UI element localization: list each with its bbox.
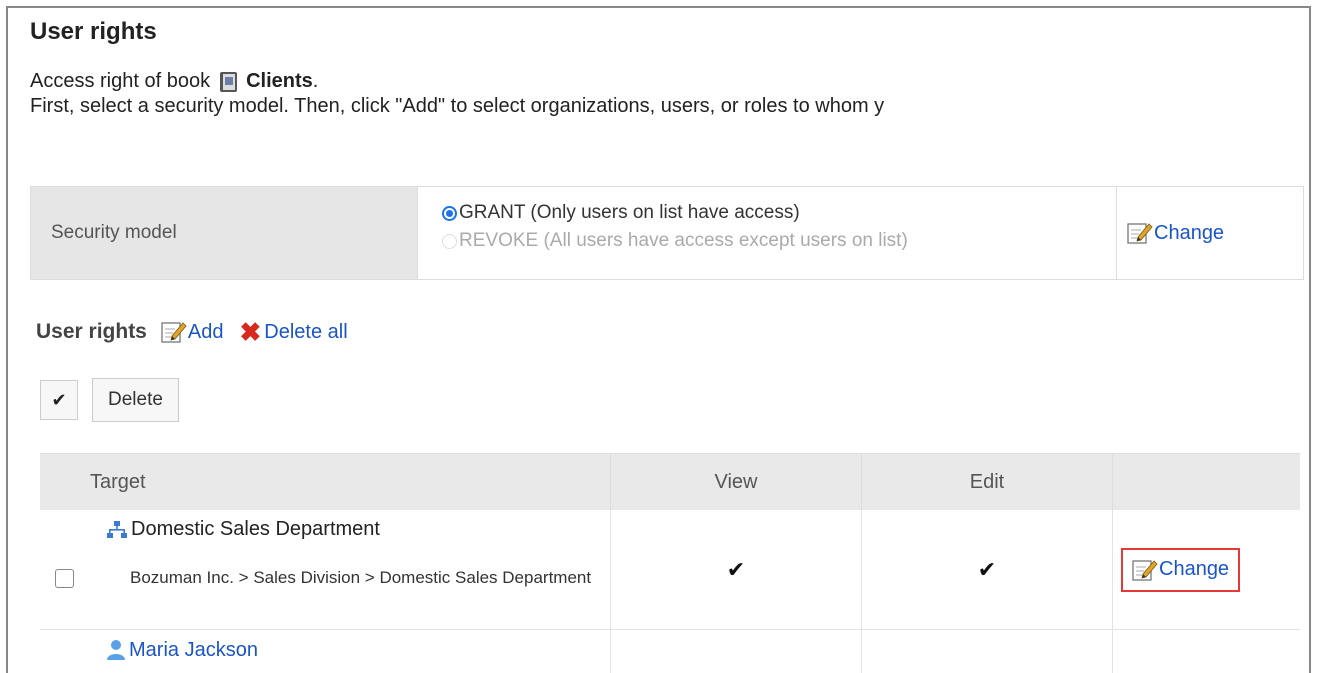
table-row: Maria Jackson <box>40 629 1300 673</box>
action-cell <box>1112 629 1300 673</box>
edit-icon <box>1132 558 1158 582</box>
grant-radio[interactable] <box>442 205 457 221</box>
delete-all-link[interactable]: Delete all <box>264 321 347 344</box>
column-header-edit: Edit <box>861 453 1113 510</box>
edit-check-icon: ✔ <box>977 556 997 582</box>
column-header-actions <box>1112 453 1300 510</box>
target-cell: Domestic Sales Department Bozuman Inc. >… <box>40 510 611 630</box>
edit-cell <box>861 629 1113 673</box>
security-model-label: Security model <box>31 187 417 279</box>
book-icon <box>218 71 240 93</box>
target-name: Domestic Sales Department <box>106 518 380 541</box>
user-link[interactable]: Maria Jackson <box>129 639 258 662</box>
rights-toolbar: ✔ Delete <box>40 378 179 422</box>
window-frame: User rights Access right of book Clients… <box>6 6 1311 673</box>
view-cell: ✔ <box>610 510 862 630</box>
edit-cell: ✔ <box>861 510 1113 630</box>
column-header-target: Target <box>40 453 611 510</box>
delete-button[interactable]: Delete <box>92 378 179 422</box>
row-change-link[interactable]: Change <box>1121 547 1241 592</box>
row-checkbox[interactable] <box>55 569 74 588</box>
user-rights-title: User rights <box>36 320 147 343</box>
security-model-options: GRANT (Only users on list have access) R… <box>417 187 1117 279</box>
view-check-icon: ✔ <box>726 556 746 582</box>
access-suffix: . <box>312 70 319 92</box>
revoke-radio[interactable] <box>442 233 457 249</box>
user-rights-header: User rights Add ✖ Delete all <box>36 317 348 347</box>
security-model-table: Security model GRANT (Only users on list… <box>30 186 1304 280</box>
add-label: Add <box>187 320 224 343</box>
view-cell <box>610 629 862 673</box>
table-row: Domestic Sales Department Bozuman Inc. >… <box>40 510 1300 630</box>
revoke-label: REVOKE (All users have access except use… <box>459 230 908 251</box>
user-icon <box>106 639 126 661</box>
organization-icon <box>106 520 128 540</box>
access-prefix: Access right of book <box>30 70 211 92</box>
edit-icon <box>1127 221 1153 245</box>
action-cell: Change <box>1112 510 1300 630</box>
security-change-label: Change <box>1154 221 1225 244</box>
row-change-label: Change <box>1159 558 1230 580</box>
grant-option[interactable]: GRANT (Only users on list have access) <box>442 199 1116 227</box>
table-header-row: Target View Edit <box>40 453 1300 510</box>
target-cell: Maria Jackson <box>40 629 611 673</box>
delete-icon: ✖ <box>239 317 262 347</box>
grant-label: GRANT (Only users on list have access) <box>459 202 800 223</box>
book-name: Clients <box>246 70 313 92</box>
user-rights-table: Target View Edit Domestic Sales Departme… <box>40 453 1300 673</box>
access-description: Access right of book Clients . <box>30 70 318 93</box>
edit-icon <box>161 320 187 344</box>
select-all-toggle[interactable]: ✔ <box>40 380 78 420</box>
target-name: Maria Jackson <box>40 633 610 673</box>
column-header-view: View <box>610 453 862 510</box>
revoke-option[interactable]: REVOKE (All users have access except use… <box>442 227 1116 255</box>
instruction-text: First, select a security model. Then, cl… <box>30 95 885 117</box>
target-name-label: Domestic Sales Department <box>131 518 380 540</box>
page-title: User rights <box>30 18 157 45</box>
security-change-link[interactable]: Change <box>1127 221 1224 245</box>
security-change-cell: Change <box>1117 187 1303 279</box>
add-link[interactable]: Add <box>161 320 224 344</box>
target-path: Bozuman Inc. > Sales Division > Domestic… <box>130 568 592 587</box>
